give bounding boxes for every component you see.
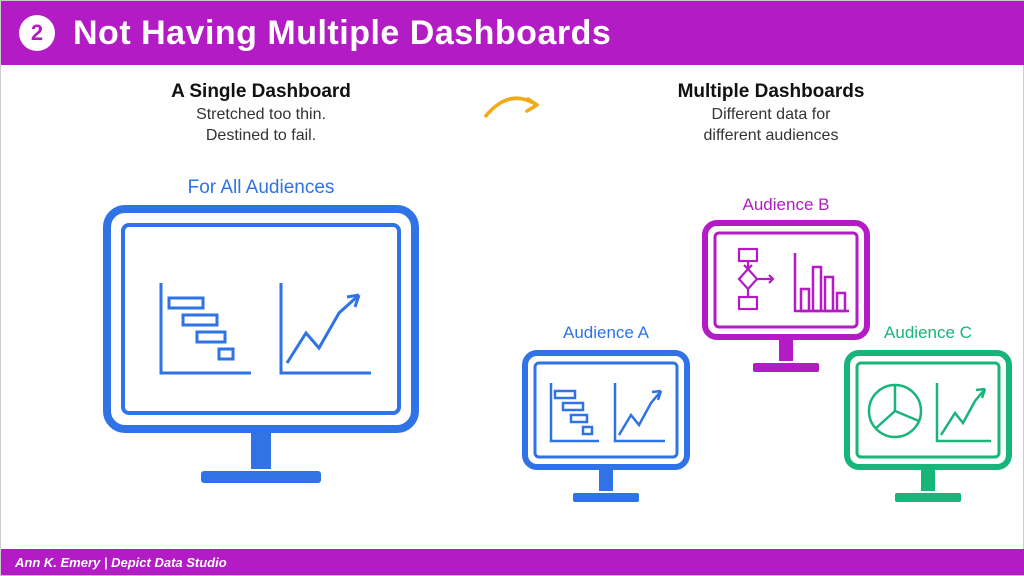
right-desc-line2: different audiences (704, 127, 839, 144)
monitor-audience-a (521, 349, 691, 514)
audience-a-label: Audience A (521, 323, 691, 343)
left-desc-line1: Stretched too thin. (196, 106, 326, 123)
left-heading: A Single Dashboard (71, 81, 451, 103)
left-description: Stretched too thin. Destined to fail. (71, 105, 451, 147)
footer-text: Ann K. Emery | Depict Data Studio (15, 555, 227, 570)
slide: 2 Not Having Multiple Dashboards A Singl… (0, 0, 1024, 576)
right-desc-line1: Different data for (712, 106, 831, 123)
right-column: Multiple Dashboards Different data for d… (561, 81, 981, 147)
slide-title: Not Having Multiple Dashboards (73, 14, 611, 53)
left-desc-line2: Destined to fail. (206, 127, 316, 144)
monitor-audience-c (843, 349, 1013, 514)
footer-bar: Ann K. Emery | Depict Data Studio (1, 549, 1024, 575)
big-monitor-label: For All Audiences (101, 177, 421, 199)
audience-c-label: Audience C (843, 323, 1013, 343)
header-bar: 2 Not Having Multiple Dashboards (1, 1, 1024, 65)
right-heading: Multiple Dashboards (561, 81, 981, 103)
audience-b-label: Audience B (701, 195, 871, 215)
arrow-icon (481, 87, 551, 132)
monitor-all-audiences (101, 203, 421, 508)
slide-number-badge: 2 (19, 15, 55, 51)
left-column: A Single Dashboard Stretched too thin. D… (71, 81, 451, 147)
right-description: Different data for different audiences (561, 105, 981, 147)
